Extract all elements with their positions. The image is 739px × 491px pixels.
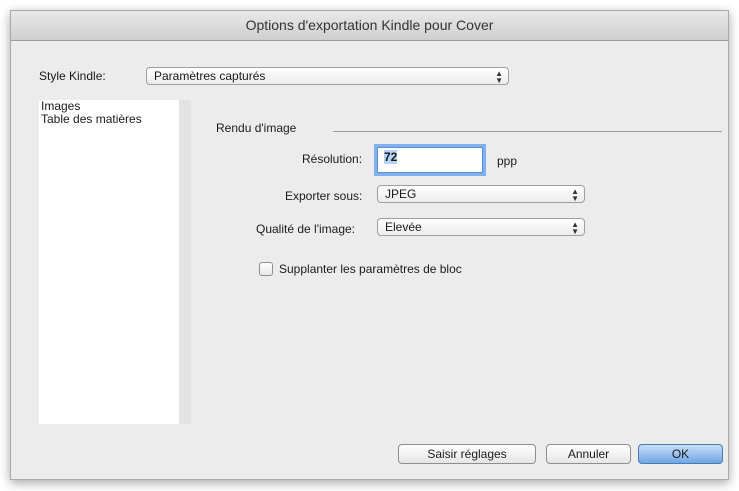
- export-options-dialog: Options d'exportation Kindle pour Cover …: [10, 10, 729, 480]
- resolution-unit: ppp: [497, 154, 518, 168]
- ok-button[interactable]: OK: [638, 444, 723, 464]
- export-as-label: Exporter sous:: [285, 189, 363, 203]
- style-kindle-select[interactable]: Paramètres capturés ▲ ▼: [146, 67, 509, 85]
- window-title: Options d'exportation Kindle pour Cover: [11, 11, 728, 41]
- export-as-value: JPEG: [385, 187, 417, 201]
- section-title: Rendu d'image: [216, 121, 297, 135]
- resolution-label: Résolution:: [302, 152, 363, 166]
- popup-arrows-icon: ▲ ▼: [495, 69, 503, 85]
- section-divider: [333, 131, 722, 132]
- style-kindle-value: Paramètres capturés: [154, 69, 266, 83]
- export-as-select[interactable]: JPEG ▲ ▼: [377, 185, 585, 203]
- style-kindle-label: Style Kindle:: [39, 69, 106, 83]
- category-list: Images Table des matières: [39, 100, 191, 424]
- override-label[interactable]: Supplanter les paramètres de bloc: [279, 262, 462, 276]
- popup-arrows-icon: ▲ ▼: [571, 187, 579, 203]
- quality-value: Elevée: [385, 220, 422, 234]
- quality-label: Qualité de l'image:: [256, 222, 356, 236]
- sidebar-item-toc[interactable]: Table des matières: [39, 113, 179, 126]
- resolution-input[interactable]: 72: [377, 147, 483, 173]
- override-checkbox[interactable]: [259, 262, 273, 276]
- cancel-button[interactable]: Annuler: [546, 444, 631, 464]
- resolution-value: 72: [384, 150, 398, 164]
- capture-settings-button[interactable]: Saisir réglages: [398, 444, 536, 464]
- popup-arrows-icon: ▲ ▼: [571, 220, 579, 236]
- quality-select[interactable]: Elevée ▲ ▼: [377, 218, 585, 236]
